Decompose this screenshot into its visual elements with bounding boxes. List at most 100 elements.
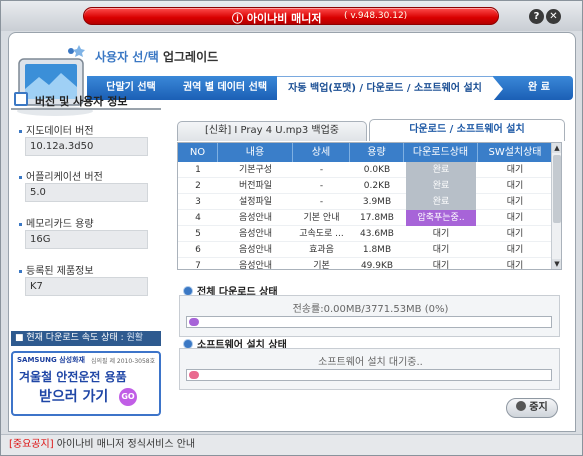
table-row[interactable]: 5 음성안내 고속도로 ... 43.6MB 대기 대기: [178, 226, 552, 242]
cell-content: 음성안내: [238, 213, 273, 223]
app-version-value: 5.0: [25, 183, 148, 202]
table-scrollbar[interactable]: ▲ ▼: [551, 143, 561, 269]
map-version-label: 지도데이터 버전: [19, 122, 94, 137]
tab-backup[interactable]: [신화] I Pray 4 U.mp3 백업중: [177, 121, 367, 141]
version-info-title: 버전 및 사용자 정보: [35, 95, 128, 108]
version-info-panel: 버전 및 사용자 정보 지도데이터 버전 10.12a.3d50 어플리케이션 …: [11, 90, 161, 328]
cell-no: 5: [195, 229, 201, 239]
cell-download-status: 대기: [432, 245, 450, 255]
notice-tag: [중요공지]: [9, 439, 54, 450]
product-info-label: 등록된 제품정보: [19, 262, 94, 277]
col-download-status: 다운로드상태: [404, 143, 478, 162]
overall-progress-bar: [186, 316, 552, 328]
cell-no: 3: [195, 197, 201, 207]
ad-license: 심의필 제 2010-3058호: [91, 358, 156, 365]
cell-no: 6: [195, 245, 201, 255]
version-info-header: 버전 및 사용자 정보: [11, 90, 161, 110]
cell-no: 4: [195, 213, 201, 223]
title-bar[interactable]: ⓘ 아이나비 매니저 ( v.948.30.12) ? ✕: [1, 1, 582, 31]
cell-content: 기본구성: [238, 165, 273, 175]
table-header: NO 내용 상세 용량 다운로드상태 SW설치상태: [178, 143, 552, 162]
install-progress-bar: [186, 369, 552, 381]
cell-sw-status: 대기: [506, 229, 524, 239]
cell-download-status: 압축푸는중..: [406, 210, 476, 226]
cell-sw-status: 대기: [506, 165, 524, 175]
table-row[interactable]: 6 음성안내 효과음 1.8MB 대기 대기: [178, 242, 552, 258]
cell-download-status: 대기: [432, 229, 450, 239]
app-version: ( v.948.30.12): [344, 11, 408, 21]
table-row[interactable]: 2 버전파일 - 0.2KB 완료 대기: [178, 178, 552, 194]
cell-no: 2: [195, 181, 201, 191]
cell-size: 0.0KB: [363, 165, 391, 175]
cell-content: 음성안내: [238, 229, 273, 239]
cell-detail: -: [319, 181, 324, 191]
cell-detail: -: [319, 197, 324, 207]
notice-text[interactable]: 아이나비 매니저 정식서비스 안내: [54, 439, 195, 450]
tab-download-install[interactable]: 다운로드 / 소프트웨어 설치: [369, 119, 565, 141]
app-version-label: 어플리케이션 버전: [19, 168, 103, 183]
overall-download-box: 전송률:0.00MB/3771.53MB (0%): [179, 295, 560, 337]
step-complete: 완 료: [528, 82, 550, 93]
cell-detail: 기본: [313, 261, 330, 270]
cell-detail: 기본 안내: [303, 213, 340, 223]
cell-download-status: 완료: [406, 178, 476, 194]
overall-progress-fill: [189, 318, 199, 326]
scroll-thumb[interactable]: [553, 155, 561, 223]
cell-content: 음성안내: [238, 261, 273, 270]
cell-no: 7: [195, 261, 201, 270]
step-backup-download-install: 자동 백업(포맷) / 다운로드 / 소프트웨어 설치: [277, 76, 503, 101]
scroll-down-icon[interactable]: ▼: [552, 259, 561, 269]
cell-size: 43.6MB: [360, 229, 394, 239]
cell-sw-status: 대기: [506, 261, 524, 270]
help-icon[interactable]: ?: [529, 9, 544, 24]
cell-sw-status: 대기: [506, 197, 524, 207]
table-row[interactable]: 1 기본구성 - 0.0KB 완료 대기: [178, 162, 552, 178]
col-size: 용량: [350, 143, 404, 162]
memory-card-label: 메모리카드 용량: [19, 215, 94, 230]
cell-size: 17.8MB: [360, 213, 394, 223]
go-icon: GO: [119, 388, 137, 406]
cell-download-status: 대기: [432, 261, 450, 270]
tab-bar: [신화] I Pray 4 U.mp3 백업중 다운로드 / 소프트웨어 설치: [175, 119, 567, 141]
stop-icon: [516, 401, 527, 411]
install-progress-fill: [189, 371, 199, 379]
map-version-value: 10.12a.3d50: [25, 137, 148, 156]
cell-content: 음성안내: [238, 245, 273, 255]
app-logo: ⓘ 아이나비 매니저: [232, 12, 322, 25]
table-row[interactable]: 7 음성안내 기본 49.9KB 대기 대기: [178, 258, 552, 270]
cell-download-status: 완료: [406, 162, 476, 178]
cell-detail: 고속도로 ...: [299, 229, 344, 239]
cell-detail: -: [319, 165, 324, 175]
cell-sw-status: 대기: [506, 213, 524, 223]
ad-cta: 받으러 가기: [39, 389, 109, 405]
table-row[interactable]: 3 설정파일 - 3.9MB 완료 대기: [178, 194, 552, 210]
cell-no: 1: [195, 165, 201, 175]
product-info-value: K7: [25, 277, 148, 296]
cell-size: 3.9MB: [362, 197, 392, 207]
ad-banner[interactable]: SAMSUNG 삼성화재 심의필 제 2010-3058호 겨울철 안전운전 용…: [11, 351, 161, 416]
col-detail: 상세: [293, 143, 350, 162]
install-status-text: 소프트웨어 설치 대기중..: [318, 357, 423, 368]
cell-download-status: 완료: [406, 194, 476, 210]
cell-detail: 효과음: [309, 245, 334, 255]
notice-bar[interactable]: [중요공지] 아이나비 매니저 정식서비스 안내: [1, 434, 582, 455]
overall-download-text: 전송률:0.00MB/3771.53MB (0%): [292, 304, 449, 315]
table-row[interactable]: 4 음성안내 기본 안내 17.8MB 압축푸는중.. 대기: [178, 210, 552, 226]
cell-sw-status: 대기: [506, 181, 524, 191]
scroll-up-icon[interactable]: ▲: [552, 143, 561, 153]
memory-card-value: 16G: [25, 230, 148, 249]
page-title: 사용자 선/택 업그레이드: [95, 50, 219, 64]
cell-size: 1.8MB: [362, 245, 392, 255]
close-icon[interactable]: ✕: [546, 9, 561, 24]
download-table: NO 내용 상세 용량 다운로드상태 SW설치상태 1 기본구성 - 0.0KB…: [177, 142, 562, 270]
stop-button[interactable]: 중지: [506, 398, 558, 418]
cell-sw-status: 대기: [506, 245, 524, 255]
col-sw-status: SW설치상태: [488, 147, 542, 158]
download-speed-status: ■ 현재 다운로드 속도 상태 : 원활: [11, 331, 161, 346]
cell-size: 49.9KB: [360, 261, 394, 270]
info-box-icon: [14, 92, 28, 106]
ad-headline: 겨울철 안전운전 용품: [19, 370, 127, 384]
step-region-data: 권역 별 데이터 선택: [182, 82, 268, 93]
ad-brand: SAMSUNG 삼성화재: [17, 356, 85, 364]
cell-content: 버전파일: [238, 181, 273, 191]
